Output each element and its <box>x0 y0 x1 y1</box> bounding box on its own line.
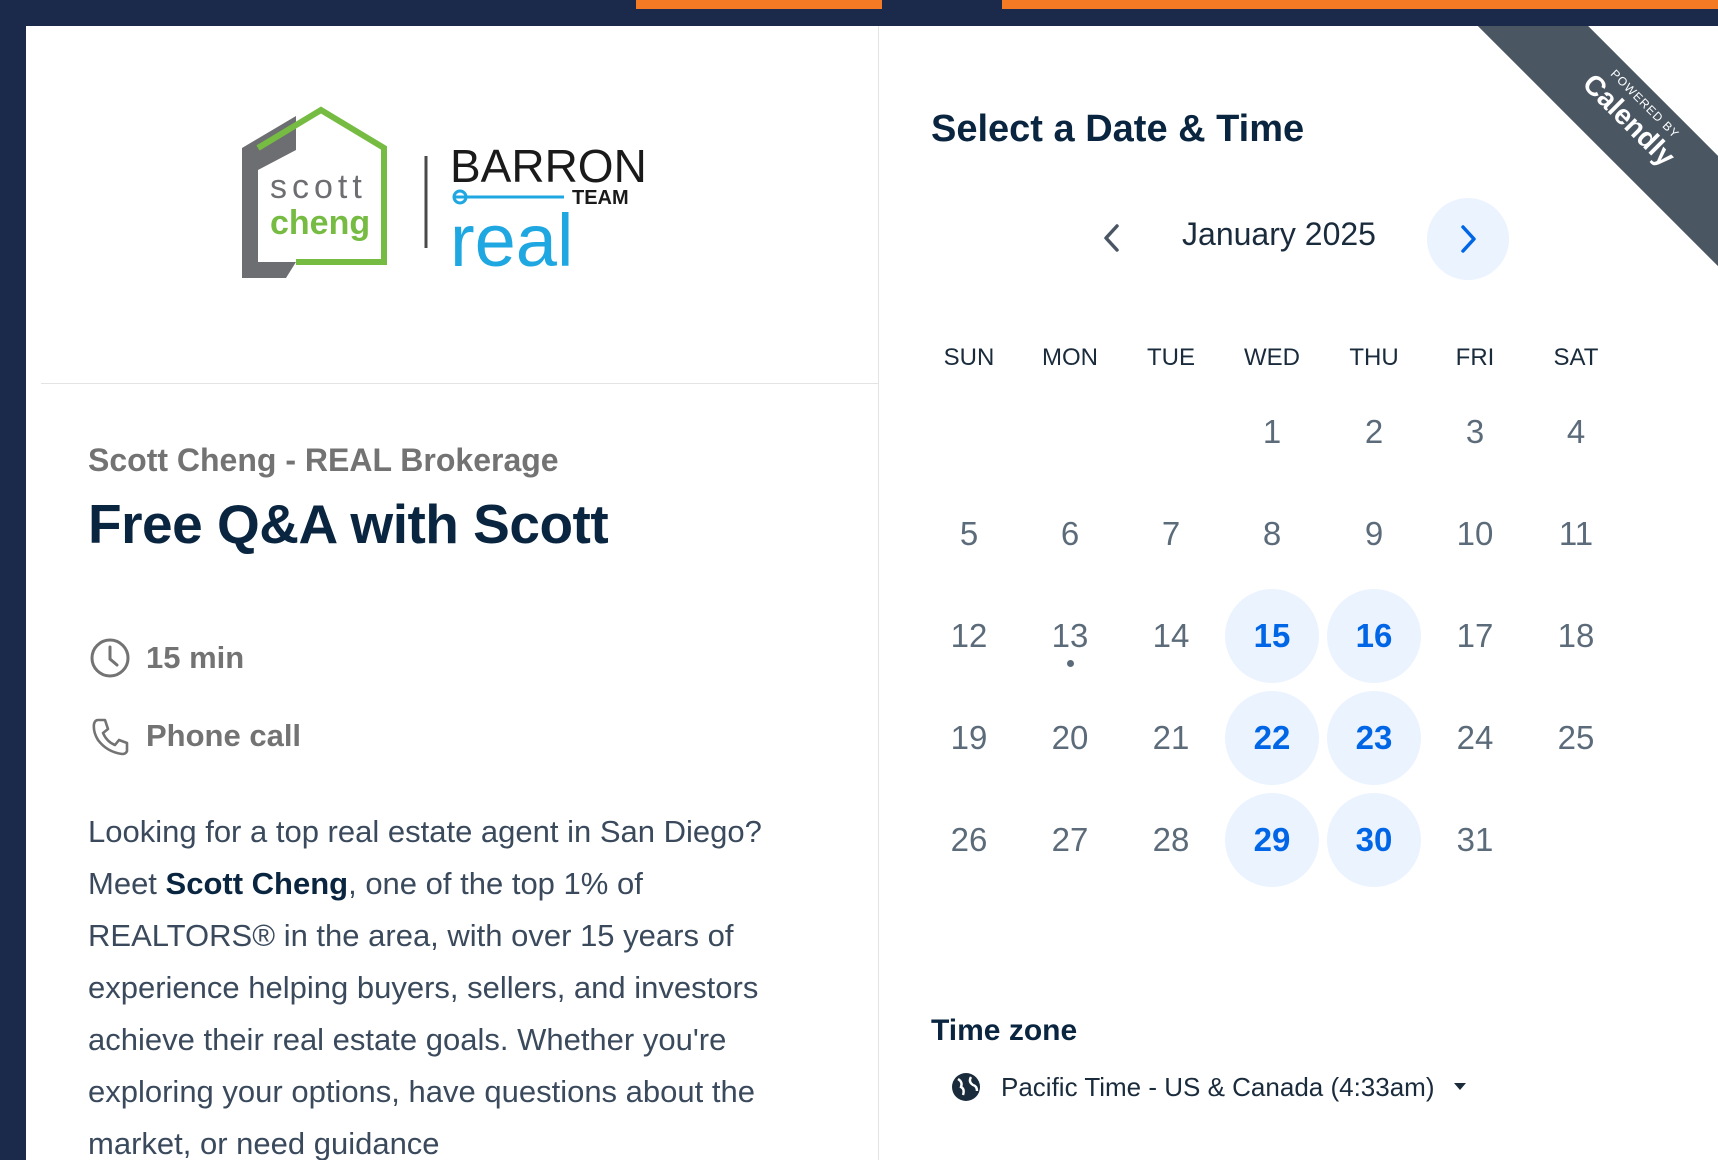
duration-row: 15 min <box>88 636 244 680</box>
calendar-heading: Select a Date & Time <box>931 108 1305 150</box>
month-label: January 2025 <box>1182 216 1376 252</box>
previous-month-button[interactable] <box>1084 210 1140 266</box>
top-bar-accent <box>1002 0 1718 9</box>
calendar-day: 7 <box>1161 515 1181 552</box>
weekday-label: THU <box>1349 344 1399 371</box>
next-month-button[interactable] <box>1427 198 1509 280</box>
calendar-day: 6 <box>1060 515 1080 552</box>
svg-text:cheng: cheng <box>270 204 370 242</box>
chevron-left-icon <box>1104 224 1119 252</box>
logo-area: scott cheng BARRON TEAM real <box>26 26 879 383</box>
calendar-day: 12 <box>950 617 988 654</box>
brand-logo: scott cheng BARRON TEAM real <box>242 106 647 282</box>
duration-label: 15 min <box>146 640 245 675</box>
calendar-day: 14 <box>1152 617 1190 654</box>
available-day[interactable]: 30 <box>1327 793 1421 887</box>
calendar-day: 24 <box>1456 719 1494 756</box>
month-navigation: January 2025 <box>879 196 1718 280</box>
calendar-day: 8 <box>1262 515 1282 552</box>
calendar-day: 25 <box>1557 719 1595 756</box>
organizer-name: Scott Cheng - REAL Brokerage <box>88 442 559 478</box>
clock-icon <box>90 638 130 678</box>
calendar-day: 13 <box>1051 617 1089 654</box>
weekday-label: SUN <box>943 344 995 371</box>
calendar-day: 20 <box>1051 719 1089 756</box>
timezone-selector[interactable]: Pacific Time - US & Canada (4:33am) <box>949 1070 1467 1104</box>
weekday-label: TUE <box>1147 344 1195 371</box>
location-row: Phone call <box>88 714 301 758</box>
svg-text:BARRON: BARRON <box>450 140 647 192</box>
calendar-day: 3 <box>1465 413 1485 450</box>
timezone-value: Pacific Time - US & Canada (4:33am) <box>1001 1071 1435 1102</box>
calendar-day: 27 <box>1051 821 1089 858</box>
event-details-pane: scott cheng BARRON TEAM real Scott Cheng… <box>26 26 879 1160</box>
calendar-day: 26 <box>950 821 988 858</box>
calendar-day: 10 <box>1456 515 1494 552</box>
chevron-right-icon <box>1461 225 1476 253</box>
top-bar-segment <box>882 0 1002 9</box>
weekday-label: SAT <box>1553 344 1599 371</box>
calendar-day: 19 <box>950 719 988 756</box>
booking-card: scott cheng BARRON TEAM real Scott Cheng… <box>26 26 1718 1160</box>
calendar-day: 1 <box>1262 413 1282 450</box>
available-day[interactable]: 16 <box>1327 589 1421 683</box>
weekday-label: MON <box>1042 344 1098 371</box>
available-day[interactable]: 23 <box>1327 691 1421 785</box>
calendar-day: 9 <box>1364 515 1384 552</box>
event-title: Free Q&A with Scott <box>88 493 609 555</box>
calendar-pane: Select a Date & Time POWERED BY Calendly… <box>879 26 1718 1160</box>
weekday-label: FRI <box>1455 344 1495 371</box>
calendar-day: 18 <box>1557 617 1595 654</box>
top-bar-segment <box>0 0 636 9</box>
weekday-label: WED <box>1244 344 1300 371</box>
calendar-day: 2 <box>1364 413 1384 450</box>
divider <box>41 383 879 384</box>
svg-text:TEAM: TEAM <box>572 187 629 209</box>
timezone-label: Time zone <box>931 1014 1078 1047</box>
phone-icon <box>92 718 129 756</box>
available-day[interactable]: 22 <box>1225 691 1319 785</box>
event-description: Looking for a top real estate agent in S… <box>88 814 762 1160</box>
calendar-day: 11 <box>1558 515 1594 552</box>
svg-text:scott: scott <box>270 168 367 206</box>
available-day[interactable]: 29 <box>1225 793 1319 887</box>
location-label: Phone call <box>146 718 302 753</box>
calendar-day: 5 <box>959 515 979 552</box>
calendar-day: 4 <box>1566 413 1586 450</box>
caret-down-icon <box>1453 1083 1466 1090</box>
calendar-day: 17 <box>1456 617 1494 654</box>
top-bar-accent <box>636 0 882 9</box>
svg-text:real: real <box>450 199 573 282</box>
today-indicator-dot <box>1067 660 1074 667</box>
calendar-day: 28 <box>1152 821 1190 858</box>
globe-icon <box>952 1073 980 1101</box>
calendar-day: 31 <box>1456 821 1494 858</box>
calendar-day: 21 <box>1152 719 1190 756</box>
available-day[interactable]: 15 <box>1225 589 1319 683</box>
